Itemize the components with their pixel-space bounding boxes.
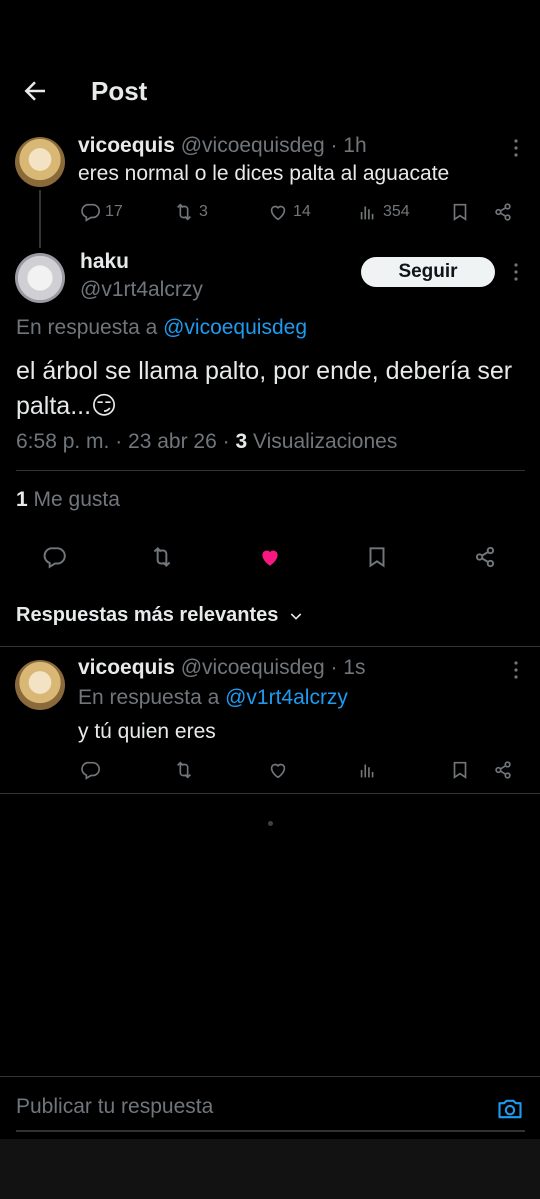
divider bbox=[16, 470, 525, 471]
more-options-icon[interactable] bbox=[504, 136, 528, 160]
likes-label: Me gusta bbox=[27, 488, 120, 511]
heart-icon bbox=[270, 763, 286, 779]
reply-context: En respuesta a @vicoequisdeg bbox=[16, 316, 307, 340]
bookmark-icon bbox=[453, 761, 467, 779]
tweet-text: y tú quien eres bbox=[78, 720, 216, 743]
share-button[interactable] bbox=[492, 198, 514, 226]
more-options-icon[interactable] bbox=[504, 658, 528, 682]
author-handle[interactable]: @vicoequisdeg bbox=[181, 656, 325, 679]
tweet-time: · 1s bbox=[330, 656, 366, 679]
reply-to-link[interactable]: @vicoequisdeg bbox=[163, 316, 307, 339]
views-button[interactable] bbox=[357, 756, 379, 784]
author-name[interactable]: haku bbox=[80, 250, 129, 274]
divider bbox=[0, 646, 540, 647]
repost-icon bbox=[176, 203, 192, 221]
top-bar: Post bbox=[0, 62, 540, 120]
reply-button[interactable]: 17 bbox=[79, 198, 123, 226]
bookmark-icon bbox=[453, 203, 467, 221]
repost-icon bbox=[176, 761, 192, 779]
follow-button[interactable]: Seguir bbox=[361, 257, 495, 287]
heart-icon bbox=[270, 205, 286, 221]
author-handle[interactable]: @vicoequisdeg bbox=[181, 134, 325, 157]
tweet-time: · 1h bbox=[330, 134, 367, 157]
tweet-text: eres normal o le dices palta al aguacate bbox=[78, 162, 450, 185]
repost-button[interactable] bbox=[173, 756, 195, 784]
reply-icon bbox=[81, 203, 100, 222]
avatar[interactable] bbox=[15, 253, 65, 303]
views-count: 3 bbox=[235, 430, 248, 453]
like-button[interactable]: 14 bbox=[267, 198, 311, 226]
reply-context: En respuesta a @v1rt4alcrzy bbox=[78, 686, 348, 710]
tweet-header: vicoequis @vicoequisdeg · 1s bbox=[78, 656, 365, 680]
views-count: 354 bbox=[383, 203, 410, 220]
tweet-meta: 6:58 p. m. · 23 abr 26 · 3 Visualizacion… bbox=[16, 430, 397, 454]
reply-button[interactable] bbox=[79, 756, 101, 784]
views-icon bbox=[360, 764, 374, 778]
likes-count: 1 bbox=[16, 488, 28, 511]
repost-count: 3 bbox=[199, 203, 208, 220]
bookmark-button[interactable] bbox=[449, 198, 471, 226]
tweet-text: el árbol se llama palto, por ende, deber… bbox=[16, 357, 513, 420]
reply-input[interactable]: Publicar tu respuesta bbox=[16, 1095, 213, 1119]
reply-icon bbox=[81, 761, 100, 780]
like-button[interactable] bbox=[267, 756, 289, 784]
thread-line bbox=[39, 190, 41, 248]
input-underline bbox=[16, 1130, 525, 1132]
likes-summary[interactable]: 1 Me gusta bbox=[16, 488, 120, 512]
camera-icon[interactable] bbox=[496, 1095, 524, 1123]
sort-dropdown[interactable]: Respuestas más relevantes bbox=[16, 604, 304, 627]
share-icon bbox=[495, 203, 511, 221]
share-button[interactable] bbox=[492, 756, 514, 784]
like-count: 14 bbox=[293, 203, 311, 220]
more-options-icon[interactable] bbox=[504, 260, 528, 284]
back-arrow-icon[interactable] bbox=[20, 76, 50, 106]
avatar[interactable] bbox=[15, 660, 65, 710]
system-nav-bar bbox=[0, 1139, 540, 1199]
author-name[interactable]: vicoequis bbox=[78, 656, 175, 679]
share-icon bbox=[495, 761, 511, 779]
loading-indicator bbox=[268, 821, 273, 826]
avatar[interactable] bbox=[15, 137, 65, 187]
reply-prefix: En respuesta a bbox=[78, 686, 226, 709]
reply-to-link[interactable]: @v1rt4alcrzy bbox=[225, 686, 348, 709]
bookmark-button[interactable] bbox=[449, 756, 471, 784]
author-name[interactable]: vicoequis bbox=[78, 134, 175, 157]
heart-icon[interactable] bbox=[257, 544, 283, 570]
share-icon[interactable] bbox=[472, 544, 498, 570]
repost-icon[interactable] bbox=[149, 544, 175, 570]
reply-prefix: En respuesta a bbox=[16, 316, 164, 339]
views-button[interactable]: 354 bbox=[357, 198, 410, 226]
author-handle[interactable]: @v1rt4alcrzy bbox=[80, 278, 203, 302]
reply-composer: Publicar tu respuesta bbox=[0, 1076, 540, 1138]
page-title: Post bbox=[91, 76, 148, 106]
tweet-timestamp[interactable]: 6:58 p. m. · 23 abr 26 · bbox=[16, 430, 235, 453]
reply-count: 17 bbox=[105, 203, 123, 220]
views-icon bbox=[360, 206, 374, 220]
tweet-header: vicoequis @vicoequisdeg · 1h bbox=[78, 134, 367, 158]
sort-label: Respuestas más relevantes bbox=[16, 604, 279, 626]
repost-button[interactable]: 3 bbox=[173, 198, 208, 226]
chevron-down-icon bbox=[291, 612, 302, 620]
reply-icon[interactable] bbox=[41, 544, 67, 570]
bookmark-icon[interactable] bbox=[364, 544, 390, 570]
views-label: Visualizaciones bbox=[247, 430, 398, 453]
divider bbox=[0, 793, 540, 794]
